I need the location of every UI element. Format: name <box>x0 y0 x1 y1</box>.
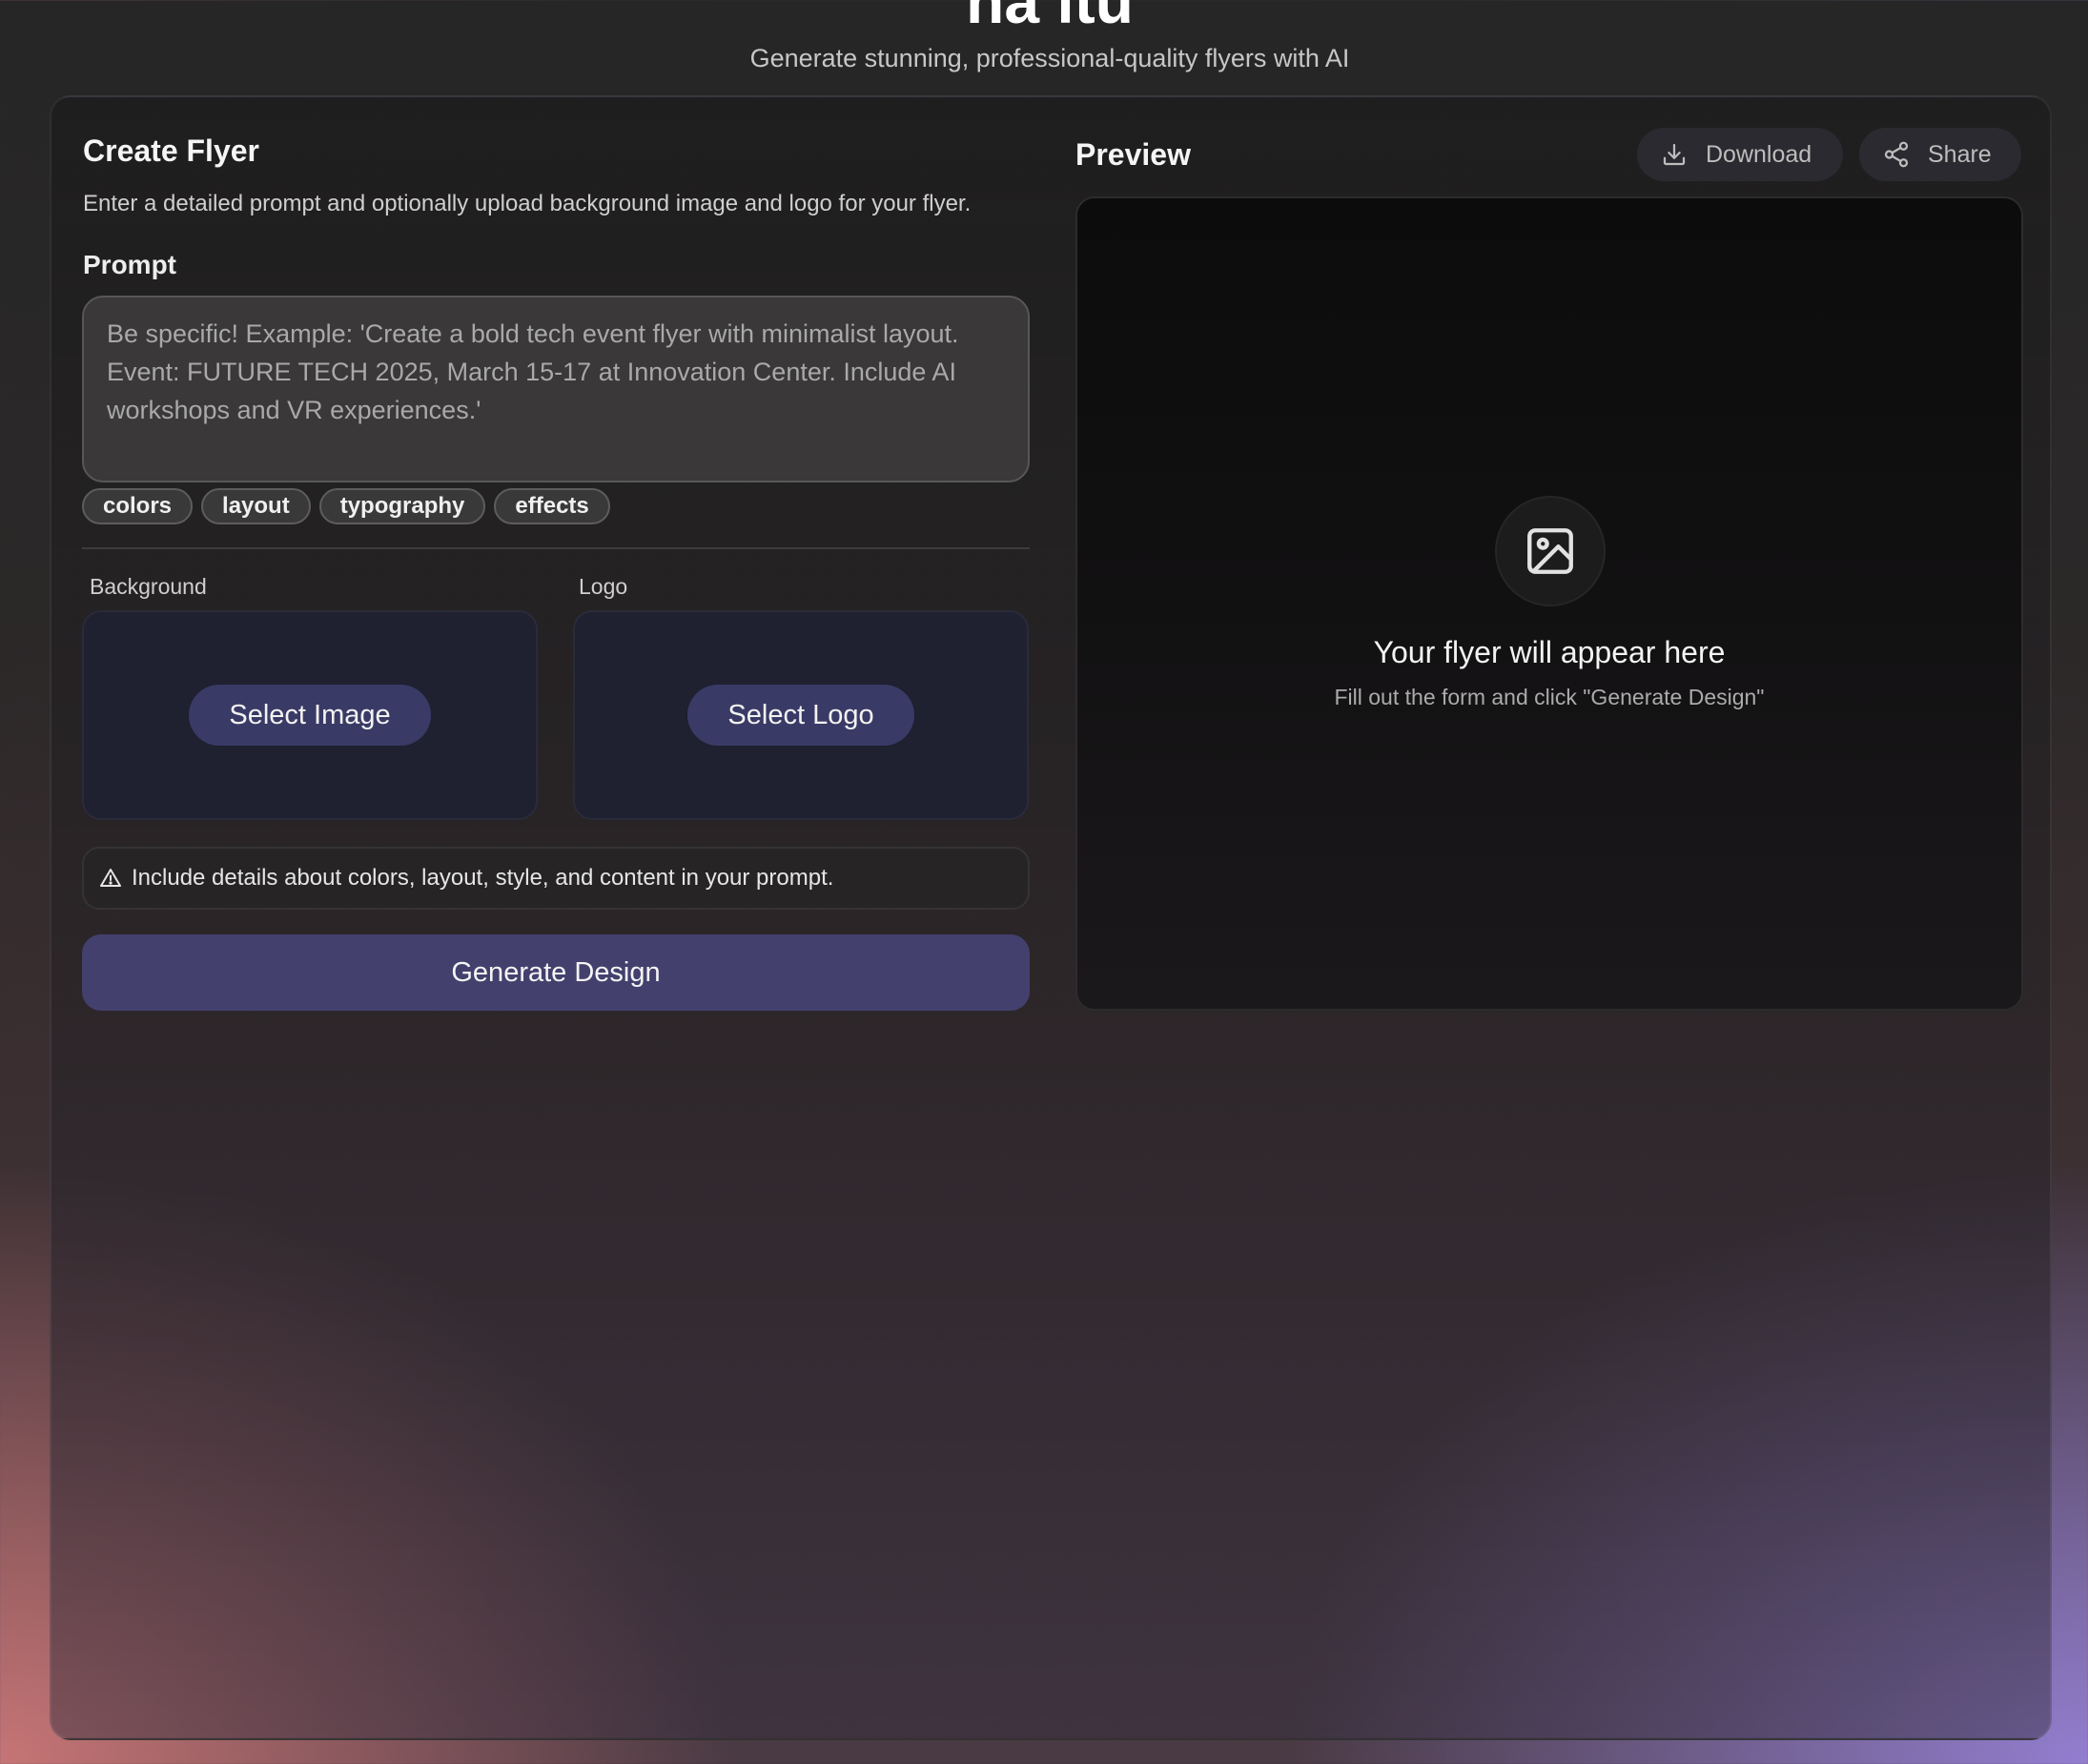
chip-colors[interactable]: colors <box>82 488 194 524</box>
warning-icon <box>99 867 122 890</box>
logo-label: Logo <box>579 574 628 599</box>
preview-title: Preview <box>1075 137 1191 172</box>
chip-effects[interactable]: effects <box>494 488 610 524</box>
select-image-button[interactable]: Select Image <box>189 685 431 746</box>
empty-state-title: Your flyer will appear here <box>1373 635 1726 669</box>
share-icon <box>1882 140 1911 169</box>
prompt-suggestion-chips: colors layout typography effects <box>82 488 610 524</box>
preview-canvas: Your flyer will appear here Fill out the… <box>1075 196 2023 1011</box>
share-button[interactable]: Share <box>1859 128 2021 181</box>
chip-typography[interactable]: typography <box>318 488 486 524</box>
main-card: Create Flyer Enter a detailed prompt and… <box>50 95 2052 1740</box>
divider <box>82 547 1030 549</box>
share-label: Share <box>1928 140 1992 168</box>
download-icon <box>1660 140 1689 169</box>
image-placeholder <box>1495 496 1606 606</box>
form-title: Create Flyer <box>83 133 259 168</box>
prompt-hint: Include details about colors, layout, st… <box>82 847 1030 910</box>
prompt-field <box>82 296 1030 482</box>
download-button[interactable]: Download <box>1637 128 1843 181</box>
hint-text: Include details about colors, layout, st… <box>132 865 834 891</box>
app-subtitle: Generate stunning, professional-quality … <box>749 44 1350 72</box>
chip-layout[interactable]: layout <box>201 488 311 524</box>
download-label: Download <box>1706 140 1812 168</box>
generate-design-button[interactable]: Generate Design <box>82 934 1030 1011</box>
prompt-label: Prompt <box>83 250 176 279</box>
empty-state-subtitle: Fill out the form and click "Generate De… <box>1334 685 1765 709</box>
image-icon <box>1523 523 1578 579</box>
app-title: na ltu <box>966 0 1134 36</box>
logo-upload-area[interactable]: Select Logo <box>573 610 1029 820</box>
prompt-input[interactable] <box>107 315 1005 463</box>
form-description: Enter a detailed prompt and optionally u… <box>83 191 972 216</box>
background-upload-area[interactable]: Select Image <box>82 610 538 820</box>
select-logo-button[interactable]: Select Logo <box>687 685 914 746</box>
background-label: Background <box>90 574 207 599</box>
